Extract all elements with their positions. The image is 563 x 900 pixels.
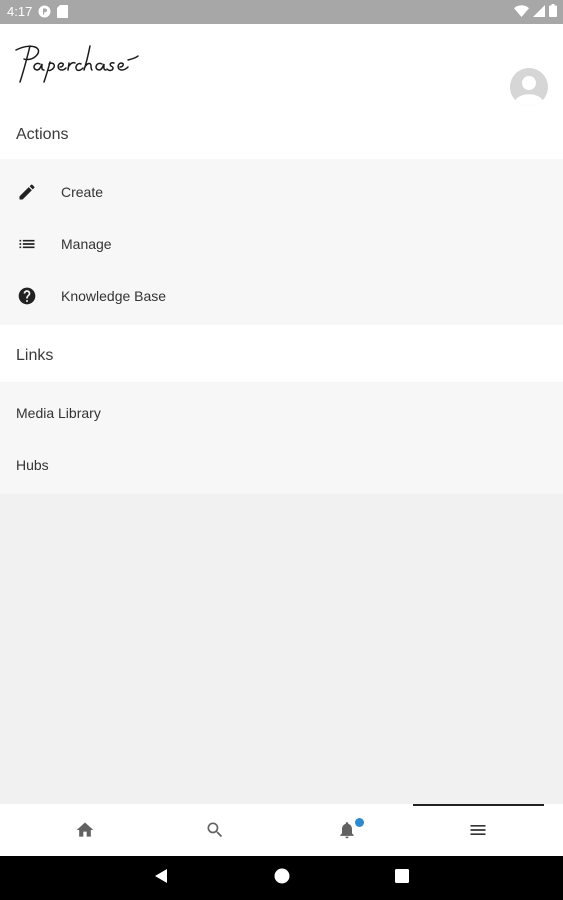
wifi-icon (514, 4, 529, 17)
home-button[interactable] (271, 867, 293, 889)
knowledge-base-item[interactable]: Knowledge Base (0, 270, 563, 322)
manage-item[interactable]: Manage (0, 218, 563, 270)
create-label: Create (61, 184, 104, 200)
system-navigation-bar (0, 856, 563, 900)
avatar[interactable] (510, 68, 548, 106)
recents-button[interactable] (391, 867, 413, 889)
signal-icon (533, 4, 545, 17)
pencil-icon (17, 182, 37, 202)
nav-notifications[interactable] (282, 804, 412, 856)
nav-home[interactable] (20, 804, 150, 856)
links-title: Links (16, 347, 54, 364)
home-circle-icon (274, 868, 290, 889)
back-icon (154, 868, 168, 889)
notification-badge (355, 818, 364, 827)
media-library-label: Media Library (16, 405, 101, 421)
back-button[interactable] (150, 867, 172, 889)
home-icon (75, 820, 95, 840)
status-time: 4:17 (7, 4, 33, 19)
sd-card-icon (57, 5, 69, 18)
knowledge-base-label: Knowledge Base (61, 288, 167, 304)
list-icon (17, 234, 37, 254)
status-bar: 4:17 (0, 0, 563, 24)
create-item[interactable]: Create (0, 166, 563, 218)
p-circle-icon (38, 5, 51, 18)
recents-icon (395, 868, 409, 888)
links-list: Media Library Hubs (0, 382, 563, 494)
search-icon (205, 820, 225, 840)
help-circle-icon (17, 286, 37, 306)
bell-icon (337, 820, 357, 840)
menu-icon (468, 820, 488, 840)
manage-label: Manage (61, 236, 112, 252)
battery-icon (549, 4, 557, 17)
media-library-link[interactable]: Media Library (0, 387, 563, 439)
actions-list: Create Manage Knowledge Base (0, 159, 563, 325)
links-section-header: Links (0, 325, 563, 382)
hubs-link[interactable]: Hubs (0, 439, 563, 491)
app-header (0, 24, 563, 108)
papercase-logo[interactable] (14, 40, 140, 84)
hubs-label: Hubs (16, 457, 49, 473)
bottom-navigation (0, 804, 563, 856)
actions-title: Actions (16, 126, 69, 143)
empty-content-area (0, 494, 563, 804)
nav-search[interactable] (150, 804, 280, 856)
default-avatar-icon (510, 68, 548, 106)
actions-section-header: Actions (0, 108, 563, 159)
nav-menu[interactable] (413, 804, 543, 856)
